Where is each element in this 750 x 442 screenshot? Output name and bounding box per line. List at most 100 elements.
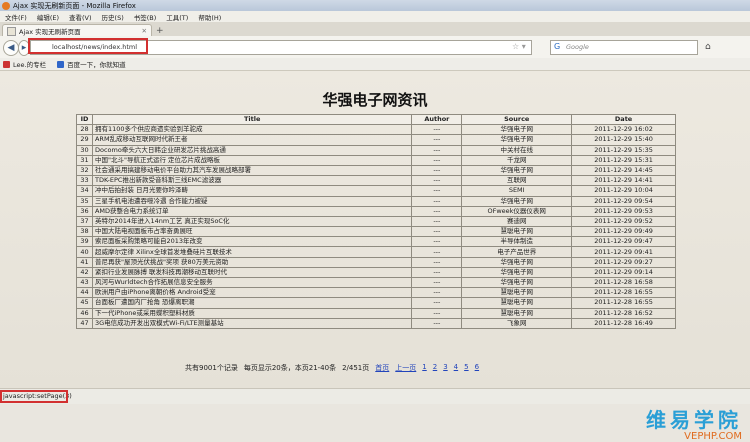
cell-date: 2011-12-29 09:52 [571,215,676,228]
table-row: 32 社会通采用搞建移动电价平台助力其汽车发展战略部署 --- 华强电子网 2011-1… [76,164,676,177]
cell-id: 40 [76,246,93,258]
menu-file[interactable]: 文件(F) [0,12,32,22]
cell-date: 2011-12-29 10:04 [571,185,676,197]
cell-date: 2011-12-28 16:58 [571,276,676,289]
page-icon [7,26,16,36]
page-link[interactable]: 3 [443,363,447,373]
menu-help[interactable]: 帮助(H) [193,12,226,22]
cell-source: 慧聪电子网 [461,307,573,319]
menu-edit[interactable]: 编辑(E) [32,12,64,22]
cell-author: --- [411,236,463,248]
cell-author: --- [411,175,463,187]
cell-source: OFweek仪器仪表网 [461,205,573,217]
table-row: 30 Docomo牵头六大日韩企业研发芯片挑战高通 --- 中关村在线 2011-12-… [76,144,676,156]
page-count: 2/451页 [342,364,370,372]
table-row: 44 欧洲用户由iPhone离朝价格 Android受宠 --- 慧聪电子网 2011-… [76,287,676,299]
back-icon[interactable]: ◀ [3,40,19,56]
cell-title: 欧洲用户由iPhone离朝价格 Android受宠 [91,287,413,299]
bookmark-item[interactable]: 百度一下，你就知道 [57,59,126,69]
cell-date: 2011-12-29 09:14 [571,266,676,279]
cell-title: 3G电信成功开发出双模式Wi-Fi/LTE测量基站 [91,317,413,329]
table-row: 34 冲中后拍封装 日月光要你吟泽畴 --- SEMI 2011-12-29 10:04 [76,185,676,197]
cell-date: 2011-12-29 09:41 [571,246,676,258]
window-title: Ajax 实现无刷新页面 - Mozilla Firefox [13,1,136,10]
cell-title: 风河与Wurldtech合作拓展信息安全服务 [91,276,413,289]
watermark-logo: 维易学院 VEPHP.COM [646,404,742,442]
cell-title: 社会通采用搞建移动电价平台助力其汽车发展战略部署 [91,164,413,177]
cell-title: 中国大陆电视面板市占率奋勇展旺 [91,226,413,238]
cell-author: --- [411,226,463,238]
cell-date: 2011-12-29 14:45 [571,164,676,177]
cell-author: --- [411,144,463,156]
cell-id: 45 [76,297,93,309]
menu-view[interactable]: 查看(V) [64,12,97,22]
cell-author: --- [411,287,463,299]
per-page-info: 每页显示20条，本页21-40条 [243,364,337,372]
cell-date: 2011-12-28 16:49 [571,317,676,329]
col-source: Source [461,113,573,126]
page-link[interactable]: 2 [433,363,437,373]
menu-history[interactable]: 历史(S) [97,12,129,22]
bookmark-favicon [57,60,65,68]
cell-source: 华强电子网 [461,124,573,136]
table-row: 31 中国"北斗"导航正式运行 定位芯片成战略板 --- 千龙网 2011-12-29 … [76,154,676,166]
table-row: 42 紧扣行业发展脉搏 联发科技再潮移动互联时代 --- 华强电子网 2011-12-2… [76,266,676,279]
cell-source: 华强电子网 [461,256,573,268]
cell-date: 2011-12-29 09:47 [571,236,676,248]
page-link[interactable]: 1 [422,363,426,373]
new-tab-icon[interactable]: + [156,26,164,36]
cell-date: 2011-12-28 16:55 [571,287,676,299]
cell-author: --- [411,307,463,319]
first-page-link[interactable]: 首页 [375,363,389,373]
menu-bookmarks[interactable]: 书签(B) [129,12,162,22]
cell-date: 2011-12-29 09:27 [571,256,676,268]
page-link[interactable]: 5 [464,363,468,373]
tab-label: Ajax 实现无刷新页面 [19,28,81,36]
cell-author: --- [411,195,463,207]
table-row: 43 风河与Wurldtech合作拓展信息安全服务 --- 华强电子网 2011-12-… [76,276,676,289]
table-row: 29 ARM乱成移动互联网时代新王者 --- 华强电子网 2011-12-29 15:4… [76,134,676,146]
menu-tools[interactable]: 工具(T) [161,12,193,22]
cell-title: 索尼面板采购策略可能自2013年改变 [91,236,413,248]
cell-author: --- [411,256,463,268]
cell-title: 下一代iPhone或采用蝶积塑料材质 [91,307,413,319]
cell-date: 2011-12-29 15:35 [571,144,676,156]
cell-source: 千龙网 [461,154,573,166]
cell-id: 47 [76,317,93,329]
page-link[interactable]: 4 [454,363,458,373]
cell-source: 华强电子网 [461,195,573,207]
bookmark-item[interactable]: Lee.的专栏 [3,59,46,69]
cell-source: 电子产品世界 [461,246,573,258]
cell-source: 飞象网 [461,317,573,329]
page-link[interactable]: 6 [475,363,479,373]
bookmark-star-icon[interactable]: ☆ ▾ [512,42,526,51]
cell-author: --- [411,276,463,289]
cell-author: --- [411,164,463,177]
bookmarks-toolbar: Lee.的专栏 百度一下，你就知道 [0,58,750,71]
cell-author: --- [411,246,463,258]
home-icon[interactable]: ⌂ [705,42,711,52]
prev-page-link[interactable]: 上一页 [395,363,416,373]
table-row: 39 索尼面板采购策略可能自2013年改变 --- 半导体制造 2011-12-29 0… [76,236,676,248]
cell-title: AMD获整合电力系统订单 [91,205,413,217]
cell-id: 31 [76,154,93,166]
cell-id: 29 [76,134,93,146]
cell-date: 2011-12-29 14:41 [571,175,676,187]
cell-title: 紧扣行业发展脉搏 联发科技再潮移动互联时代 [91,266,413,279]
cell-title: ARM乱成移动互联网时代新王者 [91,134,413,146]
status-bar: javascript:setPage(3) [0,388,750,404]
cell-id: 43 [76,276,93,289]
cell-title: 冲中后拍封装 日月光要你吟泽畴 [91,185,413,197]
table-row: 35 三星手机电池遭吞噬冷遇 合作能力被疑 --- 华强电子网 2011-12-29 0… [76,195,676,207]
col-author: Author [411,113,463,126]
table-row: 38 中国大陆电视面板市占率奋勇展旺 --- 慧聪电子网 2011-12-29 09:4… [76,226,676,238]
google-icon[interactable]: G [554,42,560,51]
close-tab-icon[interactable]: ✕ [142,27,147,35]
cell-author: --- [411,185,463,197]
cell-id: 34 [76,185,93,197]
cell-date: 2011-12-29 09:49 [571,226,676,238]
cell-source: 慧聪电子网 [461,226,573,238]
navigation-toolbar: ◀ ▸ localhost/news/index.html ☆ ▾ G Goog… [0,36,750,59]
table-row: 28 拥有1100多个供应商遗实验到羊驼成 --- 华强电子网 2011-12-29 1… [76,124,676,136]
cell-id: 41 [76,256,93,268]
